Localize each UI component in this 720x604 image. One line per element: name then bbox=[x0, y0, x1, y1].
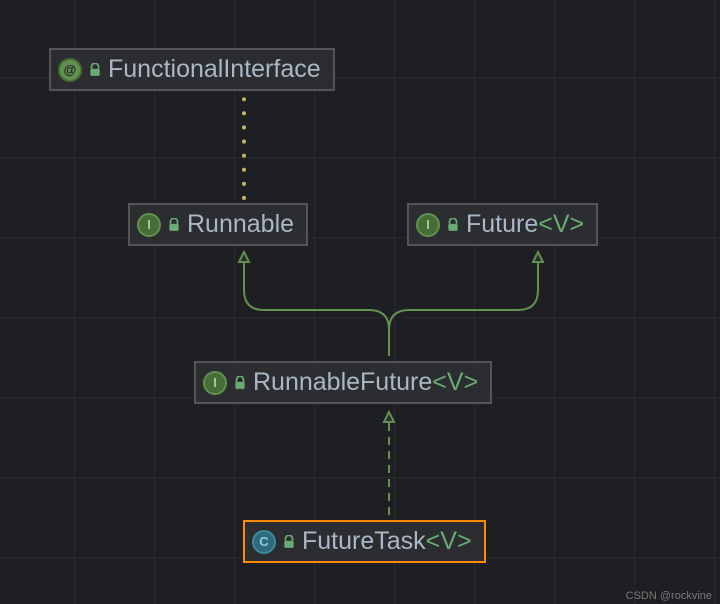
node-label: FunctionalInterface bbox=[108, 55, 321, 84]
interface-badge: I bbox=[203, 371, 227, 395]
node-functionalinterface[interactable]: @ FunctionalInterface bbox=[49, 48, 335, 91]
class-name: RunnableFuture bbox=[253, 368, 432, 396]
generic-param: <V> bbox=[426, 527, 472, 555]
lock-icon bbox=[282, 535, 296, 549]
node-label: Runnable bbox=[187, 210, 294, 239]
generic-param: <V> bbox=[538, 210, 584, 238]
watermark: CSDN @rockvine bbox=[626, 590, 712, 602]
annotation-badge: @ bbox=[58, 58, 82, 82]
interface-badge: I bbox=[137, 213, 161, 237]
node-future[interactable]: I Future<V> bbox=[407, 203, 598, 246]
class-name: FutureTask bbox=[302, 527, 426, 555]
node-futuretask[interactable]: C FutureTask<V> bbox=[243, 520, 486, 563]
generic-param: <V> bbox=[432, 368, 478, 396]
interface-badge: I bbox=[416, 213, 440, 237]
lock-icon bbox=[88, 63, 102, 77]
lock-icon bbox=[446, 218, 460, 232]
node-label: RunnableFuture<V> bbox=[253, 368, 478, 397]
class-badge: C bbox=[252, 530, 276, 554]
lock-icon bbox=[167, 218, 181, 232]
lock-icon bbox=[233, 376, 247, 390]
node-label: FutureTask<V> bbox=[302, 527, 472, 556]
node-label: Future<V> bbox=[466, 210, 584, 239]
node-runnablefuture[interactable]: I RunnableFuture<V> bbox=[194, 361, 492, 404]
node-runnable[interactable]: I Runnable bbox=[128, 203, 308, 246]
class-name: Future bbox=[466, 210, 538, 238]
